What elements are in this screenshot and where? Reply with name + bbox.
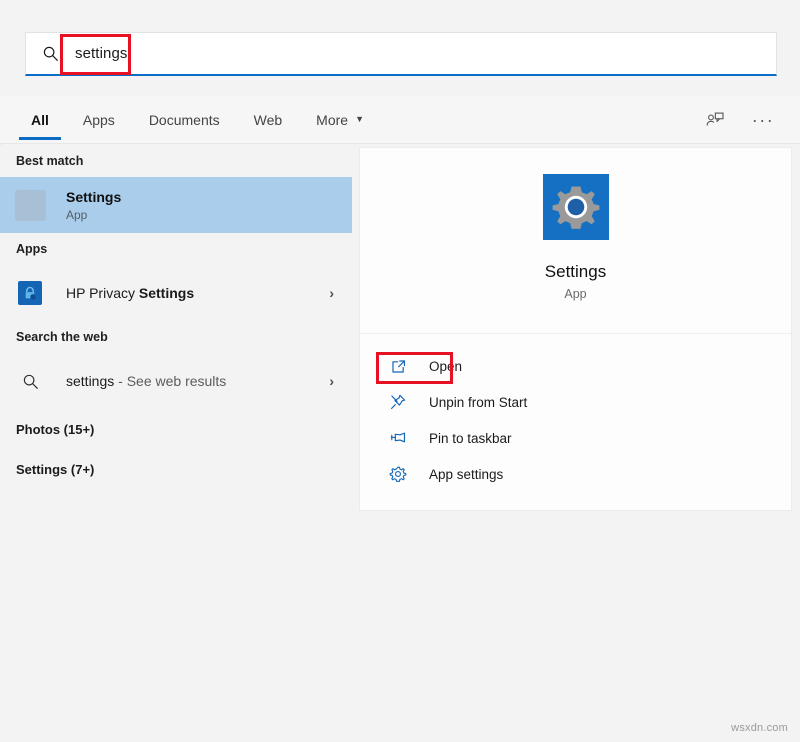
- action-app-settings[interactable]: App settings: [360, 456, 791, 492]
- result-label: settings - See web results: [66, 373, 226, 389]
- tab-more[interactable]: More ▼: [299, 96, 381, 143]
- result-label-prefix: HP Privacy: [66, 285, 139, 301]
- web-query-suffix: - See web results: [114, 373, 226, 389]
- result-label-match: Settings: [139, 285, 194, 301]
- section-header-photos-count[interactable]: Photos (15+): [0, 409, 352, 449]
- action-unpin-label: Unpin from Start: [429, 395, 527, 410]
- windows-search-flyout: settings All Apps Documents Web More ▼: [0, 0, 800, 742]
- app-preview-card: Settings App Open: [360, 148, 791, 510]
- tab-more-label: More: [316, 112, 348, 128]
- result-title: Settings: [66, 188, 121, 206]
- search-tabs-bar: All Apps Documents Web More ▼: [0, 96, 800, 144]
- tab-apps-label: Apps: [83, 112, 115, 128]
- result-row-web-search[interactable]: settings - See web results ›: [0, 353, 352, 409]
- section-header-best-match: Best match: [0, 145, 352, 177]
- result-label: HP Privacy Settings: [66, 285, 194, 301]
- action-open[interactable]: Open: [360, 348, 791, 384]
- settings-gear-icon: [543, 174, 609, 240]
- web-query-text: settings: [66, 373, 114, 389]
- search-icon: [14, 365, 46, 397]
- app-preview-subtitle: App: [564, 287, 586, 301]
- action-unpin-from-start[interactable]: Unpin from Start: [360, 384, 791, 420]
- app-preview-title: Settings: [545, 262, 606, 282]
- search-results-pane: Best match Settings App Apps: [0, 145, 352, 742]
- section-header-apps: Apps: [0, 233, 352, 265]
- action-open-label: Open: [429, 359, 462, 374]
- tab-all[interactable]: All: [14, 96, 66, 143]
- result-row-hp-privacy-settings[interactable]: HP Privacy Settings ›: [0, 265, 352, 321]
- action-pin-taskbar-label: Pin to taskbar: [429, 431, 512, 446]
- search-input[interactable]: settings: [75, 33, 130, 74]
- tab-documents-label: Documents: [149, 112, 220, 128]
- app-placeholder-icon: [14, 189, 46, 221]
- app-preview-hero: Settings App: [360, 148, 791, 334]
- tab-web-label: Web: [254, 112, 283, 128]
- result-row-best-match-settings[interactable]: Settings App: [0, 177, 352, 233]
- section-header-settings-count[interactable]: Settings (7+): [0, 449, 352, 489]
- open-external-icon: [387, 355, 409, 377]
- more-options-icon[interactable]: ···: [748, 105, 778, 135]
- action-app-settings-label: App settings: [429, 467, 503, 482]
- more-options-glyph: ···: [752, 111, 774, 129]
- gear-icon: [387, 463, 409, 485]
- action-pin-to-taskbar[interactable]: Pin to taskbar: [360, 420, 791, 456]
- tab-apps[interactable]: Apps: [66, 96, 132, 143]
- search-box[interactable]: settings: [25, 32, 777, 76]
- pin-taskbar-icon: [387, 427, 409, 449]
- search-icon: [40, 44, 60, 64]
- watermark: wsxdn.com: [731, 722, 788, 734]
- result-text: Settings App: [66, 188, 121, 223]
- search-input-value: settings: [75, 46, 128, 61]
- chevron-right-icon[interactable]: ›: [329, 285, 340, 301]
- chevron-down-icon: ▼: [355, 115, 364, 124]
- search-tabs: All Apps Documents Web More ▼: [14, 96, 381, 143]
- hp-privacy-lock-icon: [14, 277, 46, 309]
- chevron-right-icon[interactable]: ›: [329, 373, 340, 389]
- app-preview-actions: Open Unpin from Start: [360, 334, 791, 510]
- text-caret: [129, 45, 130, 62]
- tab-web[interactable]: Web: [237, 96, 300, 143]
- result-subtitle: App: [66, 207, 121, 223]
- unpin-icon: [387, 391, 409, 413]
- search-tabs-actions: ···: [700, 105, 778, 135]
- tab-all-label: All: [31, 112, 49, 128]
- feedback-icon[interactable]: [700, 105, 730, 135]
- tab-documents[interactable]: Documents: [132, 96, 237, 143]
- section-header-search-the-web: Search the web: [0, 321, 352, 353]
